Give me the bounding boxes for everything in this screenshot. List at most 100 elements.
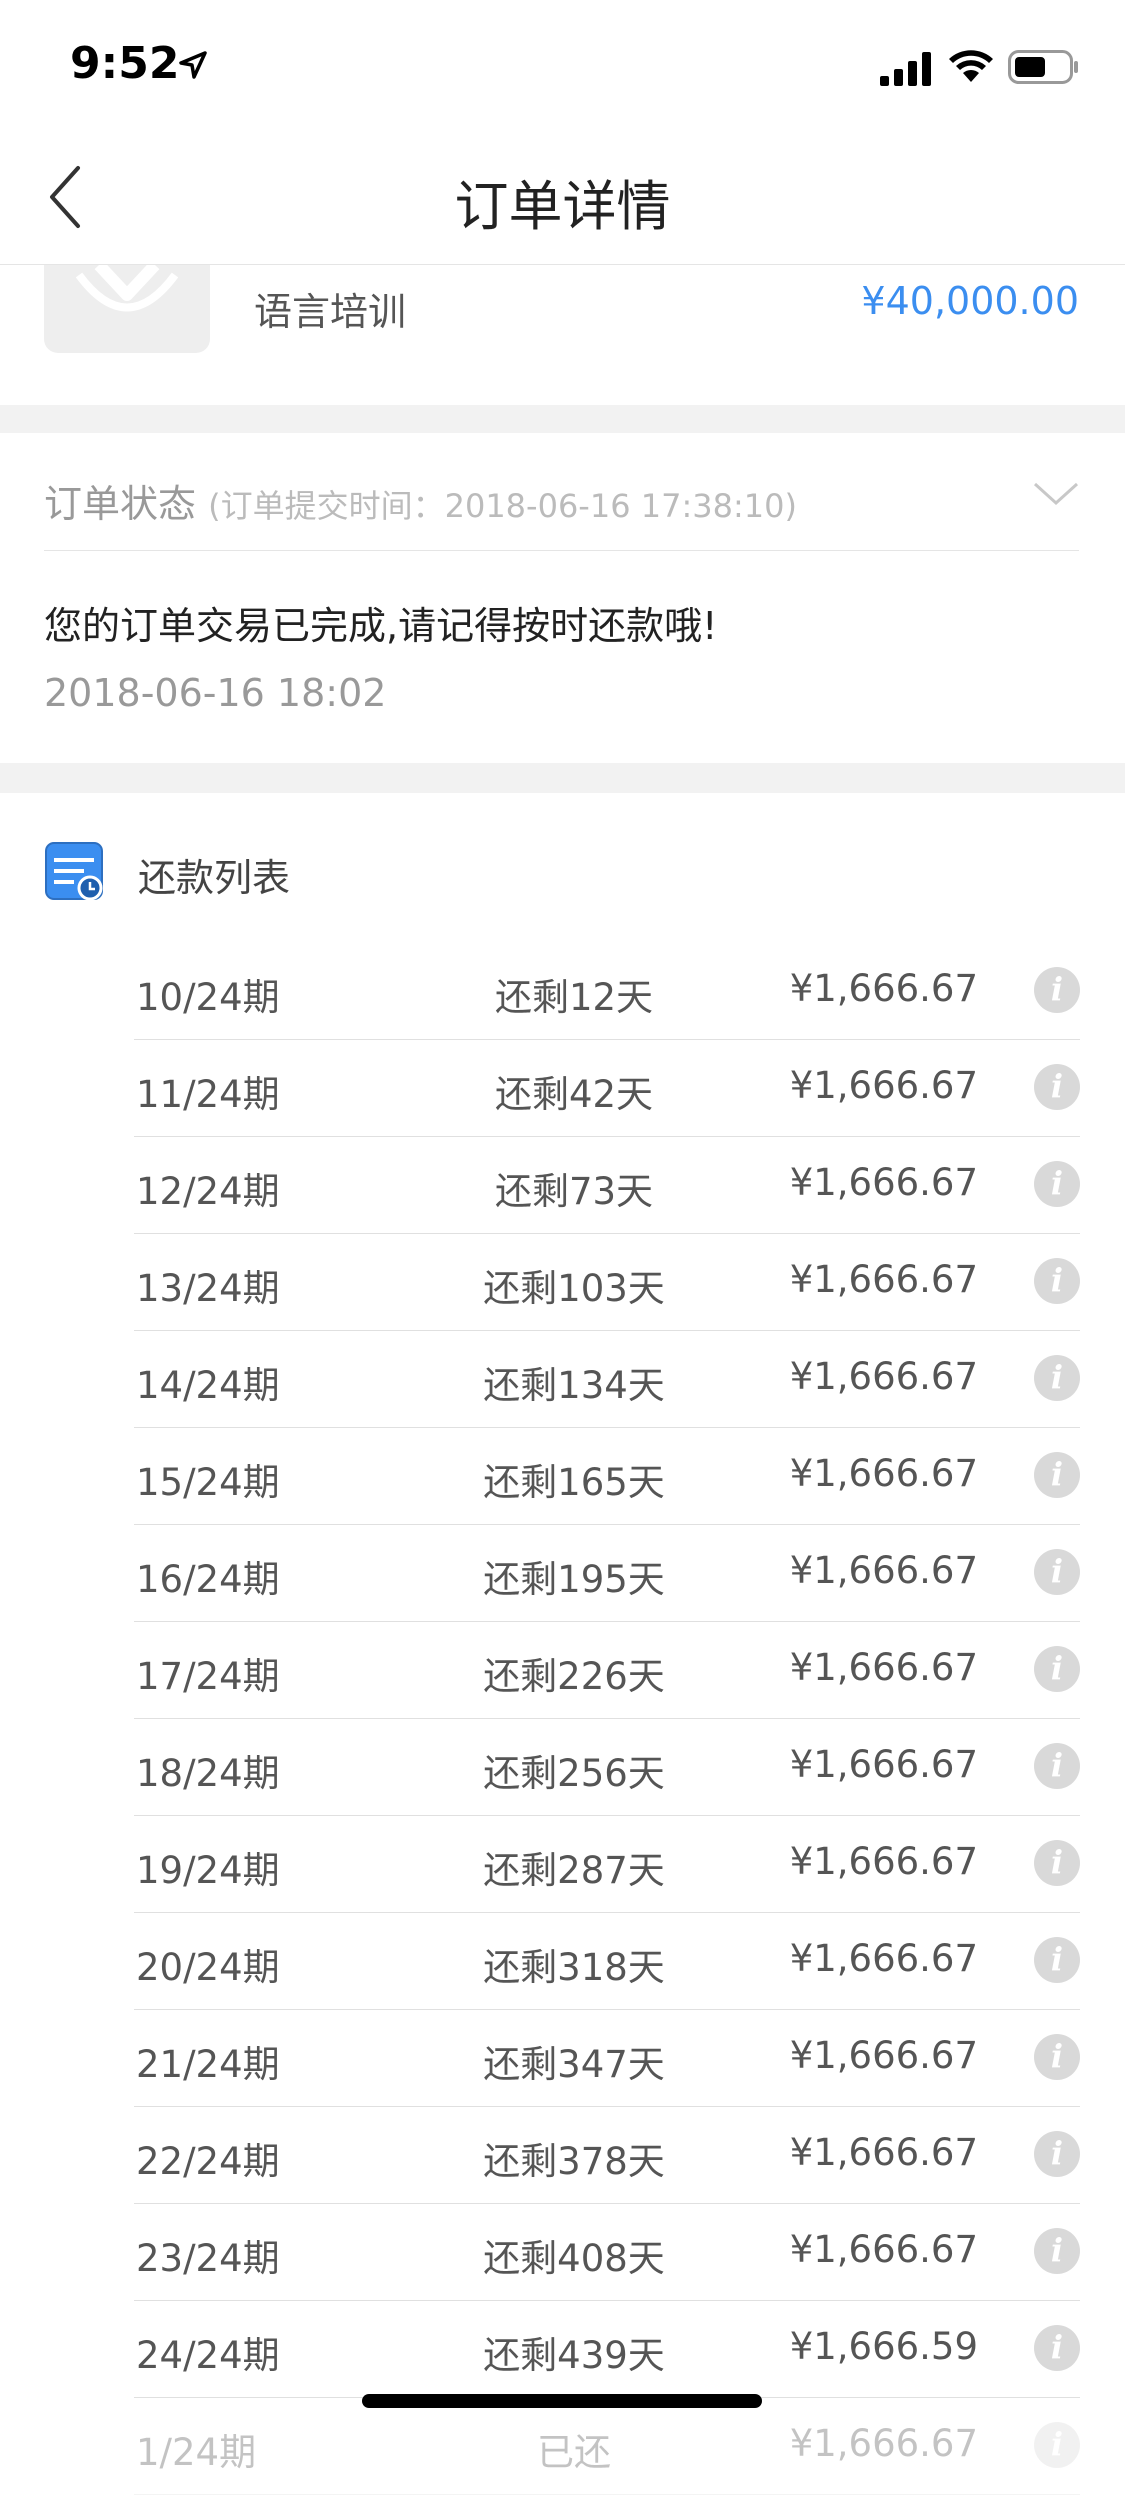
installment-amount: ¥1,666.67: [789, 2422, 978, 2465]
info-icon[interactable]: i: [1034, 1937, 1080, 1983]
list-item[interactable]: 23/24期 还剩408天 ¥1,666.67 i: [134, 2204, 1080, 2301]
period-label: 21/24期: [136, 2043, 280, 2086]
info-icon[interactable]: i: [1034, 2131, 1080, 2177]
info-icon[interactable]: i: [1034, 967, 1080, 1013]
page-title: 订单详情: [454, 175, 671, 238]
product-logo: [44, 265, 210, 353]
period-label: 19/24期: [136, 1849, 280, 1892]
list-item[interactable]: 16/24期 还剩195天 ¥1,666.67 i: [134, 1525, 1080, 1622]
days-remaining: 还剩408天: [483, 2237, 665, 2280]
installment-amount: ¥1,666.67: [789, 1452, 978, 1495]
cellular-signal-icon: [880, 52, 931, 86]
order-status-header[interactable]: 订单状态 (订单提交时间：2018-06-16 17:38:10): [44, 473, 797, 528]
installment-amount: ¥1,666.67: [789, 1064, 978, 1107]
list-item[interactable]: 14/24期 还剩134天 ¥1,666.67 i: [134, 1331, 1080, 1428]
info-icon[interactable]: i: [1034, 1646, 1080, 1692]
installment-amount: ¥1,666.67: [789, 1549, 978, 1592]
list-item[interactable]: 10/24期 还剩12天 ¥1,666.67 i: [134, 943, 1080, 1040]
period-label: 1/24期: [136, 2431, 257, 2474]
days-remaining: 还剩347天: [483, 2043, 665, 2086]
list-item[interactable]: 22/24期 还剩378天 ¥1,666.67 i: [134, 2107, 1080, 2204]
period-label: 10/24期: [136, 976, 280, 1019]
period-label: 13/24期: [136, 1267, 280, 1310]
battery-icon: [1008, 50, 1078, 84]
order-status-label: 订单状态: [44, 482, 197, 526]
list-item[interactable]: 18/24期 还剩256天 ¥1,666.67 i: [134, 1719, 1080, 1816]
list-item[interactable]: 20/24期 还剩318天 ¥1,666.67 i: [134, 1913, 1080, 2010]
days-remaining: 还剩42天: [494, 1073, 654, 1116]
period-label: 15/24期: [136, 1461, 280, 1504]
info-icon[interactable]: i: [1034, 1743, 1080, 1789]
days-remaining: 还剩195天: [483, 1558, 665, 1601]
installment-amount: ¥1,666.67: [789, 2034, 978, 2077]
list-item[interactable]: 15/24期 还剩165天 ¥1,666.67 i: [134, 1428, 1080, 1525]
period-label: 12/24期: [136, 1170, 280, 1213]
days-remaining: 还剩226天: [483, 1655, 665, 1698]
installment-amount: ¥1,666.67: [789, 967, 978, 1010]
period-label: 17/24期: [136, 1655, 280, 1698]
home-indicator: [362, 2394, 762, 2408]
section-divider: [0, 763, 1125, 793]
period-label: 20/24期: [136, 1946, 280, 1989]
repayment-list-title: 还款列表: [138, 856, 291, 900]
installment-amount: ¥1,666.59: [789, 2325, 978, 2368]
days-remaining: 还剩378天: [483, 2140, 665, 2183]
period-label: 14/24期: [136, 1364, 280, 1407]
installment-amount: ¥1,666.67: [789, 1937, 978, 1980]
days-remaining: 还剩165天: [483, 1461, 665, 1504]
list-item[interactable]: 12/24期 还剩73天 ¥1,666.67 i: [134, 1137, 1080, 1234]
info-icon[interactable]: i: [1034, 1549, 1080, 1595]
period-label: 18/24期: [136, 1752, 280, 1795]
days-remaining: 还剩439天: [483, 2334, 665, 2377]
status-time: 9:52: [70, 38, 180, 89]
period-label: 24/24期: [136, 2334, 280, 2377]
days-remaining: 还剩318天: [483, 1946, 665, 1989]
period-label: 23/24期: [136, 2237, 280, 2280]
list-item[interactable]: 24/24期 还剩439天 ¥1,666.59 i: [134, 2301, 1080, 2398]
days-remaining: 还剩103天: [483, 1267, 665, 1310]
wifi-icon: [949, 50, 993, 82]
product-name: 语言培训: [254, 290, 407, 334]
list-item[interactable]: 13/24期 还剩103天 ¥1,666.67 i: [134, 1234, 1080, 1331]
period-label: 22/24期: [136, 2140, 280, 2183]
chevron-down-icon[interactable]: [1033, 481, 1079, 507]
divider: [44, 550, 1079, 551]
installment-amount: ¥1,666.67: [789, 1355, 978, 1398]
info-icon[interactable]: i: [1034, 1452, 1080, 1498]
installment-amount: ¥1,666.67: [789, 1743, 978, 1786]
days-remaining: 已还: [537, 2431, 611, 2474]
installment-amount: ¥1,666.67: [789, 1840, 978, 1883]
list-item[interactable]: 21/24期 还剩347天 ¥1,666.67 i: [134, 2010, 1080, 2107]
info-icon[interactable]: i: [1034, 2325, 1080, 2371]
list-item[interactable]: 11/24期 还剩42天 ¥1,666.67 i: [134, 1040, 1080, 1137]
installment-amount: ¥1,666.67: [789, 2228, 978, 2271]
period-label: 11/24期: [136, 1073, 280, 1116]
nav-bar: 订单详情: [0, 132, 1125, 265]
installment-amount: ¥1,666.67: [789, 1646, 978, 1689]
days-remaining: 还剩134天: [483, 1364, 665, 1407]
section-divider: [0, 405, 1125, 433]
info-icon[interactable]: i: [1034, 1258, 1080, 1304]
info-icon[interactable]: i: [1034, 1840, 1080, 1886]
info-icon[interactable]: i: [1034, 2422, 1080, 2468]
order-submit-time: (订单提交时间：2018-06-16 17:38:10): [208, 487, 797, 525]
period-label: 16/24期: [136, 1558, 280, 1601]
order-status-date: 2018-06-16 18:02: [44, 671, 387, 715]
product-price: ¥40,000.00: [861, 279, 1079, 323]
location-arrow-icon: [179, 51, 207, 79]
status-bar: 9:52: [0, 0, 1125, 132]
days-remaining: 还剩256天: [483, 1752, 665, 1795]
repayment-list: 10/24期 还剩12天 ¥1,666.67 i 11/24期 还剩42天 ¥1…: [134, 943, 1080, 2495]
info-icon[interactable]: i: [1034, 1064, 1080, 1110]
info-icon[interactable]: i: [1034, 1355, 1080, 1401]
days-remaining: 还剩12天: [494, 976, 654, 1019]
product-row[interactable]: 语言培训 ¥40,000.00: [0, 265, 1125, 405]
repayment-list-icon: [45, 842, 103, 901]
info-icon[interactable]: i: [1034, 1161, 1080, 1207]
list-item[interactable]: 17/24期 还剩226天 ¥1,666.67 i: [134, 1622, 1080, 1719]
installment-amount: ¥1,666.67: [789, 1161, 978, 1204]
info-icon[interactable]: i: [1034, 2228, 1080, 2274]
list-item[interactable]: 19/24期 还剩287天 ¥1,666.67 i: [134, 1816, 1080, 1913]
info-icon[interactable]: i: [1034, 2034, 1080, 2080]
list-item[interactable]: 1/24期 已还 ¥1,666.67 i: [134, 2398, 1080, 2495]
